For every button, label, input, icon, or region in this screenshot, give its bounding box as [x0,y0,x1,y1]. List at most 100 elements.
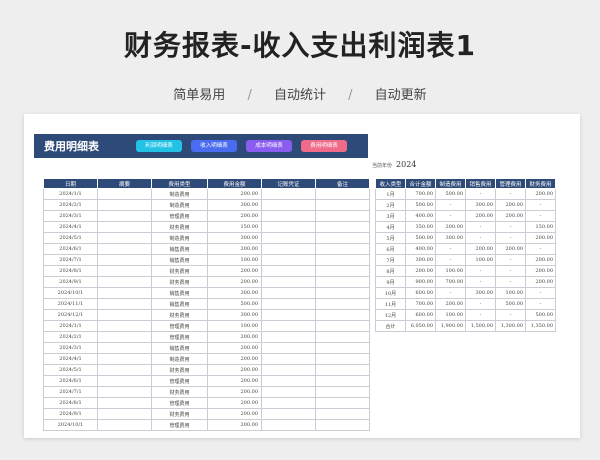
table-cell[interactable]: 2024/8/1 [43,265,98,277]
table-cell[interactable]: 500.00 [525,309,556,321]
table-cell[interactable]: 300.00 [405,254,436,266]
table-cell[interactable] [261,232,316,244]
table-cell[interactable] [315,320,370,332]
table-cell[interactable] [97,342,152,354]
table-cell[interactable]: - [495,221,526,233]
table-cell[interactable] [261,408,316,420]
table-cell[interactable] [97,199,152,211]
table-cell[interactable] [315,419,370,431]
table-cell[interactable]: 管理费用 [151,419,208,431]
table-cell[interactable]: 12月 [375,309,406,321]
table-cell[interactable]: 100.00 [465,254,496,266]
table-cell[interactable]: 1,300.00 [495,320,526,332]
table-cell[interactable]: 200.00 [207,386,262,398]
table-cell[interactable]: - [495,188,526,200]
table-cell[interactable] [315,364,370,376]
table-cell[interactable]: 100.00 [435,265,466,277]
table-cell[interactable]: 700.00 [405,298,436,310]
table-cell[interactable]: 5月 [375,232,406,244]
table-cell[interactable] [261,254,316,266]
table-cell[interactable]: 销售费用 [151,342,208,354]
table-cell[interactable] [315,353,370,365]
table-cell[interactable]: 2024/12/1 [43,309,98,321]
table-cell[interactable]: 300.00 [465,287,496,299]
table-cell[interactable]: 2024/7/1 [43,386,98,398]
table-cell[interactable] [261,386,316,398]
table-cell[interactable]: 销售费用 [151,287,208,299]
table-cell[interactable] [315,254,370,266]
table-cell[interactable]: 150.00 [207,221,262,233]
table-cell[interactable] [315,287,370,299]
table-cell[interactable]: 3月 [375,210,406,222]
table-cell[interactable]: 财务费用 [151,276,208,288]
table-cell[interactable]: 6月 [375,243,406,255]
table-cell[interactable] [97,221,152,233]
table-cell[interactable] [261,221,316,233]
table-cell[interactable] [97,232,152,244]
table-cell[interactable]: 300.00 [207,199,262,211]
table-cell[interactable] [261,419,316,431]
table-cell[interactable]: 2024/2/1 [43,331,98,343]
table-cell[interactable]: - [525,210,556,222]
table-cell[interactable]: 200.00 [495,199,526,211]
table-cell[interactable]: - [525,287,556,299]
table-cell[interactable]: - [495,254,526,266]
table-cell[interactable]: 2024/1/1 [43,188,98,200]
table-cell[interactable] [261,210,316,222]
table-cell[interactable]: 200.00 [207,375,262,387]
table-cell[interactable]: 2月 [375,199,406,211]
table-cell[interactable]: 2024/4/1 [43,353,98,365]
table-cell[interactable]: 2024/6/1 [43,375,98,387]
table-cell[interactable]: 100.00 [495,287,526,299]
table-cell[interactable] [97,375,152,387]
table-cell[interactable]: - [495,232,526,244]
table-cell[interactable]: 制造费用 [151,353,208,365]
table-cell[interactable]: - [525,298,556,310]
table-cell[interactable]: 200.00 [207,342,262,354]
table-cell[interactable]: 财务费用 [151,386,208,398]
table-cell[interactable]: 管理费用 [151,320,208,332]
table-cell[interactable]: 销售费用 [151,254,208,266]
table-cell[interactable] [315,265,370,277]
table-cell[interactable] [97,408,152,420]
table-cell[interactable]: 400.00 [405,210,436,222]
table-cell[interactable]: - [435,199,466,211]
table-cell[interactable]: - [465,276,496,288]
table-cell[interactable] [97,397,152,409]
table-cell[interactable]: - [435,287,466,299]
table-cell[interactable]: 1,900.00 [435,320,466,332]
table-cell[interactable] [315,210,370,222]
table-cell[interactable]: 200.00 [207,353,262,365]
table-cell[interactable]: 财务费用 [151,364,208,376]
table-cell[interactable]: 200.00 [525,232,556,244]
table-cell[interactable]: 8月 [375,265,406,277]
table-cell[interactable] [97,298,152,310]
table-cell[interactable]: - [495,265,526,277]
table-cell[interactable]: 500.00 [435,188,466,200]
table-cell[interactable]: 2024/7/1 [43,254,98,266]
table-cell[interactable] [315,342,370,354]
table-cell[interactable]: 6,050.00 [405,320,436,332]
table-cell[interactable]: 200.00 [207,276,262,288]
table-cell[interactable]: 200.00 [495,210,526,222]
table-cell[interactable] [315,397,370,409]
table-cell[interactable] [315,188,370,200]
table-cell[interactable] [97,419,152,431]
table-cell[interactable]: 财务费用 [151,408,208,420]
table-cell[interactable] [261,364,316,376]
table-cell[interactable] [261,320,316,332]
table-cell[interactable]: 制造费用 [151,199,208,211]
table-cell[interactable]: 财务费用 [151,309,208,321]
table-cell[interactable]: 管理费用 [151,210,208,222]
table-cell[interactable]: 2024/9/1 [43,408,98,420]
expense-detail-button[interactable]: 费用明细表 [301,140,347,152]
table-cell[interactable]: 200.00 [207,265,262,277]
table-cell[interactable]: 400.00 [405,243,436,255]
table-cell[interactable] [97,386,152,398]
table-cell[interactable]: 500.00 [405,232,436,244]
table-cell[interactable]: 财务费用 [151,221,208,233]
table-cell[interactable] [97,210,152,222]
table-cell[interactable]: - [525,199,556,211]
table-cell[interactable] [261,276,316,288]
table-cell[interactable]: 财务费用 [151,265,208,277]
